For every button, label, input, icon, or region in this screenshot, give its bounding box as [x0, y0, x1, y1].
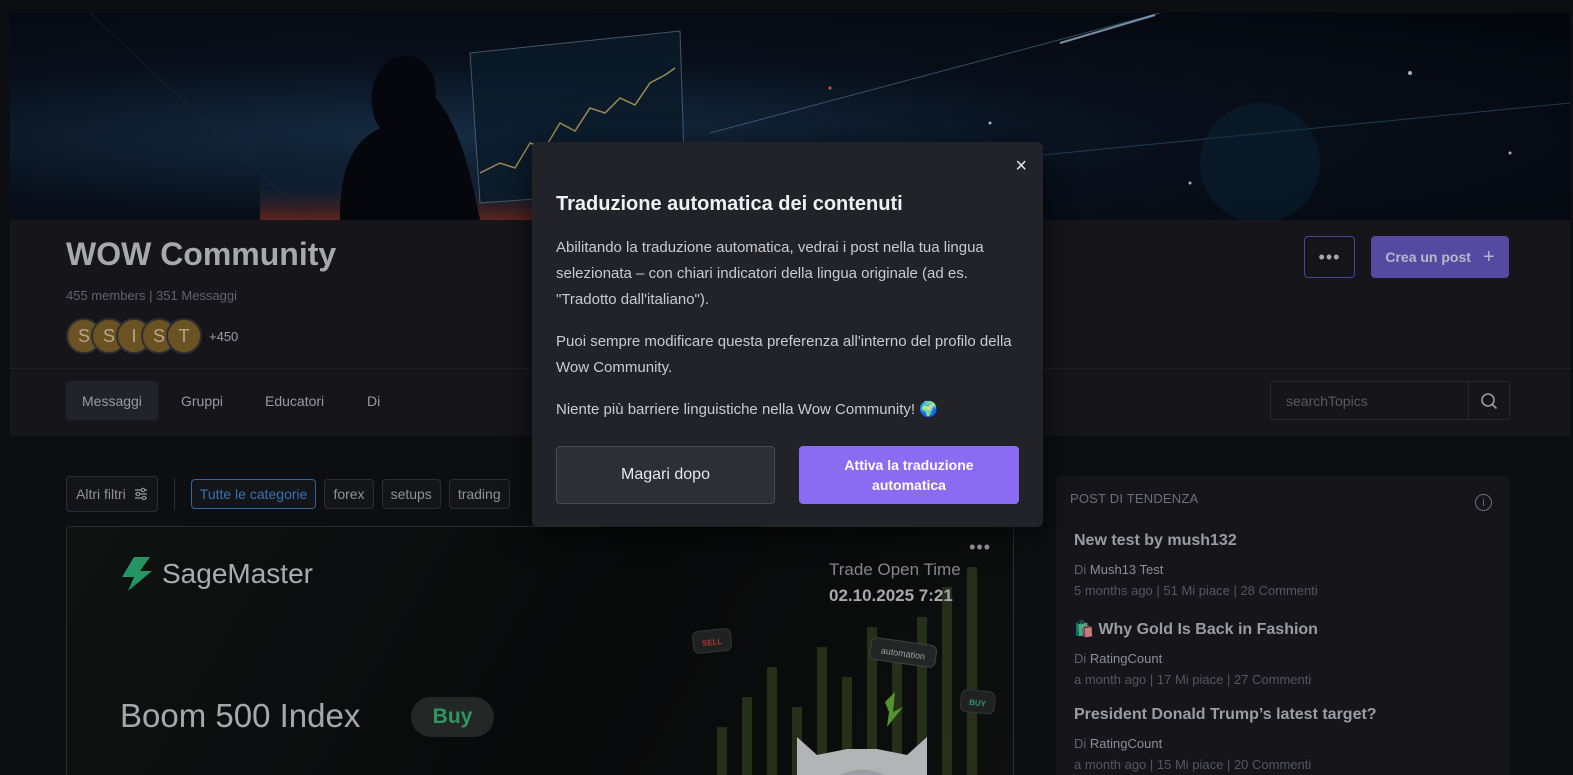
maybe-later-button[interactable]: Magari dopo [556, 446, 775, 504]
close-icon[interactable]: × [1015, 155, 1027, 178]
enable-translation-button[interactable]: Attiva la traduzione automatica [799, 446, 1019, 504]
modal-paragraph: Abilitando la traduzione automatica, ved… [556, 239, 984, 308]
modal-title: Traduzione automatica dei contenuti [556, 193, 903, 215]
modal-paragraph: Puoi sempre modificare questa preferenza… [556, 333, 1012, 376]
page: WOW Community 455 members | 351 Messaggi… [0, 0, 1573, 775]
auto-translation-modal: × Traduzione automatica dei contenuti Ab… [532, 142, 1043, 527]
modal-body: Abilitando la traduzione automatica, ved… [556, 235, 1018, 439]
modal-paragraph: Niente più barriere linguistiche nella W… [556, 401, 938, 418]
